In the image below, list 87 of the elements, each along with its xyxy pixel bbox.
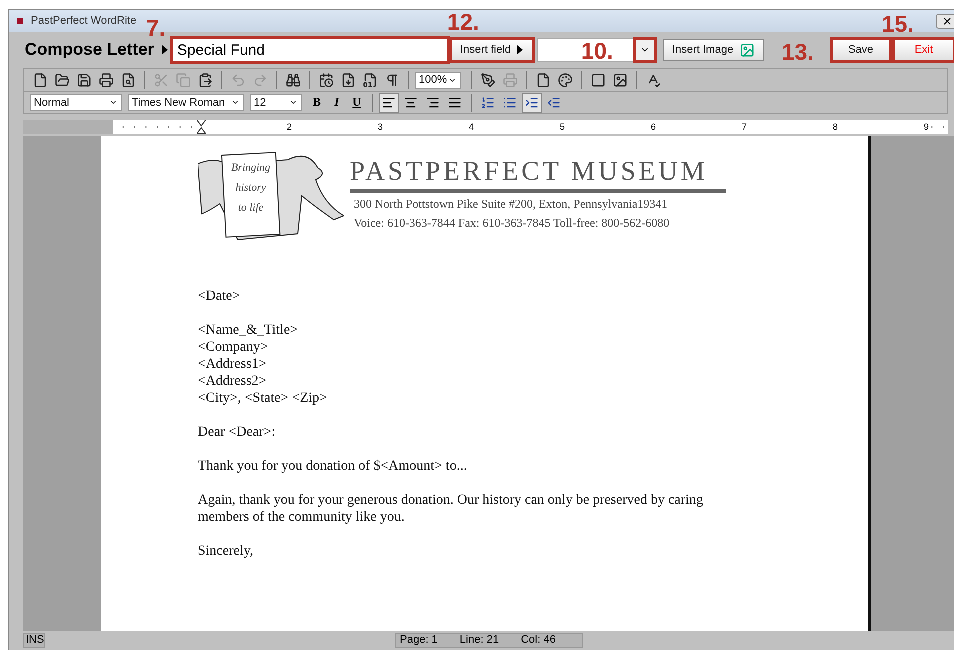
undo-icon — [230, 72, 246, 88]
banner-text: to life — [237, 201, 265, 216]
chevron-down-icon — [289, 98, 298, 107]
paste-icon — [198, 72, 212, 88]
binoculars-icon — [286, 72, 300, 88]
palette-icon — [558, 72, 572, 88]
ruler-number: 9 — [838, 122, 929, 132]
insert-mode: INS — [26, 634, 44, 646]
picture-icon — [612, 72, 628, 88]
redo-icon — [252, 72, 268, 88]
new-file-icon — [32, 72, 48, 88]
page-indicator: Page: 1 — [400, 634, 438, 646]
printer-icon — [98, 72, 114, 88]
callout-number: 15. — [882, 13, 914, 36]
letter-line: <Address1> — [198, 356, 268, 373]
font-select[interactable]: Times New Roman — [128, 94, 244, 111]
scissors-icon — [154, 72, 168, 88]
style-select[interactable]: Normal — [30, 94, 122, 111]
zoom-select[interactable]: 100% — [415, 72, 461, 88]
printer-icon — [502, 72, 518, 88]
ruler-number: 6 — [565, 122, 656, 132]
close-button[interactable] — [936, 14, 954, 28]
format-button[interactable]: I — [328, 94, 346, 112]
museum-name: PASTPERFECT MUSEUM — [350, 156, 726, 193]
format-button[interactable]: U — [348, 94, 366, 112]
letter-line: Sincerely, — [198, 543, 254, 560]
phone-text: Voice: 610-363-7844 Fax: 610-363-7845 Toll-free: 800-562-6080 — [354, 216, 671, 231]
triangle-icon — [517, 45, 524, 55]
align-right-icon — [426, 96, 440, 110]
callout-number: 13. — [782, 41, 814, 64]
callout-number: 7. — [146, 17, 166, 40]
column-indicator: Col: 46 — [521, 634, 556, 646]
insert-field-button[interactable]: Insert field — [451, 39, 534, 61]
align-center-icon — [404, 96, 418, 110]
callout-number: 10. — [581, 40, 614, 63]
window-title: PastPerfect WordRite — [31, 15, 137, 27]
font-size-select[interactable]: 12 — [250, 94, 302, 111]
line-indicator: Line: 21 — [460, 634, 500, 646]
banner-text: history — [234, 181, 268, 196]
ruler-number: 4 — [383, 122, 474, 132]
ruler-number: 8 — [747, 122, 838, 132]
copy-icon — [176, 72, 190, 88]
picture-icon — [740, 42, 755, 58]
pilcrow-icon — [384, 72, 400, 88]
letter-line: Thank you for you donation of $<Amount> to... — [198, 458, 468, 475]
screen-title: Compose Letter — [25, 40, 154, 60]
address-text: 300 North Pottstown Pike Suite #200, Exton, Pennsylvania19341 — [354, 197, 669, 212]
bullet-list-icon — [503, 96, 517, 110]
format-button[interactable]: B — [308, 94, 326, 112]
page-icon — [340, 72, 356, 88]
ruler-number: 3 — [292, 122, 383, 132]
letter-line: <Company> — [198, 339, 270, 356]
page-icon — [362, 72, 378, 88]
indent-icon — [525, 96, 539, 110]
numbered-list-icon — [481, 96, 495, 110]
indent-marker-icon[interactable] — [197, 120, 206, 134]
folder-icon — [54, 72, 70, 88]
align-left-icon — [382, 96, 396, 110]
letter-line: <Address2> — [198, 373, 268, 390]
letter-line: Dear <Dear>: — [198, 424, 277, 441]
align-justify-icon — [448, 96, 462, 110]
field-combo[interactable] — [537, 38, 636, 62]
letter-line: <Name_&_Title> — [198, 322, 300, 339]
dropdown-button[interactable] — [635, 39, 656, 61]
magnifier-page-icon — [120, 72, 136, 88]
letter-line: Again, thank you for your generous donation. Our history can only be preserved by caring members of the community like you. — [198, 492, 704, 526]
letter-line: <City>, <State> <Zip> — [198, 390, 328, 407]
exit-button[interactable]: Exit — [894, 39, 954, 61]
save-button[interactable]: Save — [832, 39, 890, 61]
callout-number: 12. — [447, 11, 480, 34]
chevron-down-icon — [109, 98, 118, 107]
triangle-icon — [162, 45, 168, 55]
page-icon — [536, 72, 550, 88]
ruler-number: 7 — [656, 122, 747, 132]
ruler-number: 5 — [474, 122, 565, 132]
frame-icon — [590, 72, 606, 88]
banner-text: Bringing — [230, 161, 272, 176]
app-icon — [17, 18, 23, 24]
close-icon — [942, 16, 952, 26]
outdent-icon — [547, 96, 561, 110]
align-left-button[interactable] — [379, 92, 399, 112]
chevron-down-icon — [231, 98, 240, 107]
indent-button[interactable] — [522, 92, 542, 112]
letter-line: <Date> — [198, 288, 242, 305]
calendar-clock-icon — [318, 72, 334, 88]
letter-name-field[interactable]: Special Fund — [172, 38, 448, 62]
insert-image-button[interactable]: Insert Image — [663, 39, 764, 61]
